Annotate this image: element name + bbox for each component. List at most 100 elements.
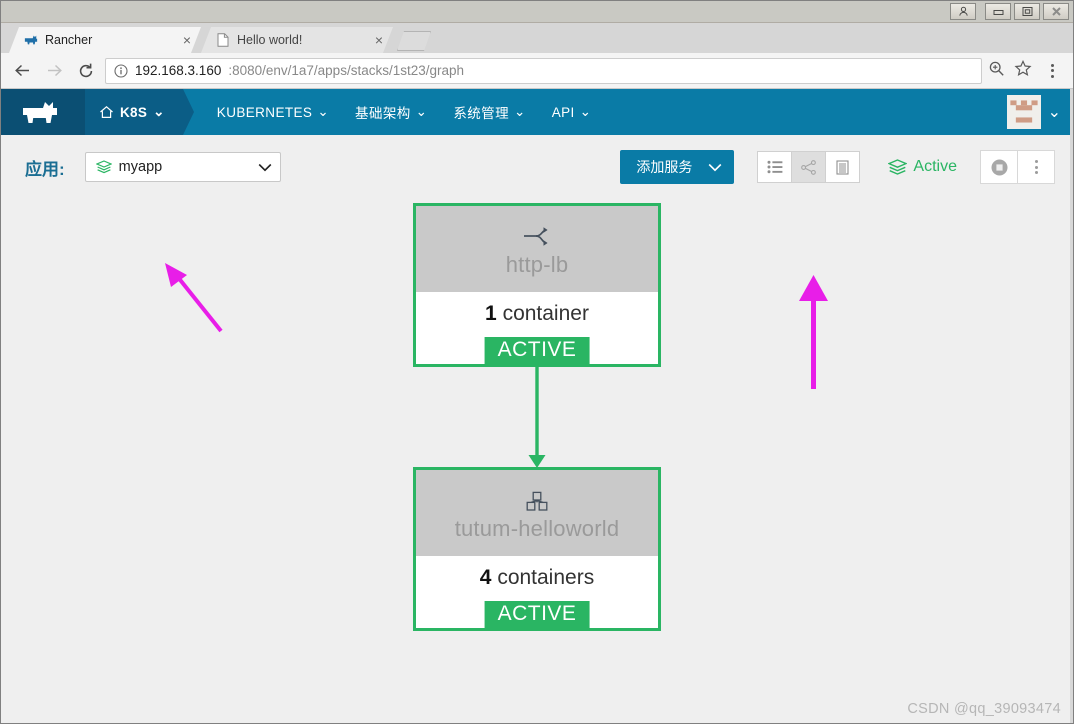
user-avatar-icon — [1006, 95, 1041, 129]
chevron-down-icon: ⌄ — [579, 104, 592, 119]
url-path: :8080/env/1a7/apps/stacks/1st23/graph — [228, 63, 465, 78]
stack-icon — [95, 160, 112, 174]
back-arrow-icon — [14, 64, 29, 77]
service-node-tutum-helloworld[interactable]: tutum-helloworld 4 containers ACTIVE — [413, 467, 661, 631]
nav-item-admin[interactable]: 系统管理 ⌄ — [453, 102, 525, 122]
chevron-down-icon: ⌄ — [317, 104, 330, 119]
stack-status: Active — [888, 158, 957, 176]
page-scrollbar[interactable] — [1070, 89, 1073, 723]
rancher-cow-icon — [23, 33, 38, 48]
more-actions-button[interactable] — [1017, 150, 1055, 184]
app-select-value: myapp — [118, 159, 163, 175]
add-service-button[interactable]: 添加服务 — [620, 150, 735, 184]
browser-urlbar: 192.168.3.160 :8080/env/1a7/apps/stacks/1… — [1, 53, 1073, 89]
browser-tab-rancher[interactable]: Rancher × — [9, 27, 201, 53]
stop-button[interactable] — [980, 150, 1018, 184]
watermark: CSDN @qq_39093474 — [907, 701, 1061, 717]
stack-actions — [980, 150, 1055, 184]
user-account-button[interactable] — [950, 3, 976, 20]
page-icon — [215, 33, 230, 48]
user-icon — [958, 6, 968, 16]
nav-item-label: 系统管理 — [453, 106, 509, 121]
view-mode-group — [757, 151, 861, 183]
app-select[interactable]: myapp — [84, 152, 281, 182]
rancher-nav-items: KUBERNETES ⌄ 基础架构 ⌄ 系统管理 ⌄ API ⌄ — [217, 89, 592, 135]
stack-icon — [888, 158, 908, 175]
restore-icon — [1022, 7, 1032, 16]
chevron-down-icon — [709, 163, 722, 171]
container-count-unit: container — [502, 302, 589, 325]
environment-selector[interactable]: K8S ⌄ — [85, 89, 194, 135]
service-node-http-lb[interactable]: http-lb 1 container ACTIVE — [413, 203, 661, 367]
nav-item-label: API — [551, 104, 575, 120]
os-window: Rancher × Hello world! × 192.168.3.160:… — [0, 0, 1074, 724]
reload-button[interactable] — [73, 58, 99, 84]
status-badge: ACTIVE — [484, 337, 590, 365]
add-service-label: 添加服务 — [636, 159, 693, 175]
bookmark-star-icon[interactable] — [1014, 59, 1032, 82]
app-label: 应用: — [25, 159, 65, 179]
containers-icon — [523, 490, 551, 514]
forward-arrow-icon — [47, 64, 62, 77]
chevron-down-icon — [258, 163, 272, 171]
node-container-count: 4 containers — [480, 566, 594, 590]
window-titlebar — [1, 1, 1073, 23]
browser-tab-title: Hello world! — [237, 33, 303, 47]
rancher-cow-logo — [23, 102, 57, 123]
new-tab-button[interactable] — [397, 31, 431, 51]
three-dot-menu-icon — [1025, 160, 1047, 174]
browser-tab-title: Rancher — [45, 33, 93, 47]
browser-tabstrip: Rancher × Hello world! × — [1, 23, 1073, 53]
home-icon — [100, 106, 113, 118]
node-header: tutum-helloworld — [416, 470, 658, 556]
close-icon — [1051, 7, 1061, 16]
browser-menu-icon[interactable] — [1041, 63, 1063, 78]
rancher-top-nav: K8S ⌄ KUBERNETES ⌄ 基础架构 ⌄ 系统管理 ⌄ API ⌄ ⌄ — [1, 89, 1073, 135]
environment-label: K8S — [120, 104, 148, 120]
load-balancer-icon — [522, 226, 552, 250]
omnibox-actions — [988, 59, 1065, 82]
reload-icon — [79, 63, 93, 77]
restore-button[interactable] — [1014, 3, 1040, 20]
chevron-down-icon: ⌄ — [1047, 104, 1061, 121]
nav-item-api[interactable]: API ⌄ — [552, 104, 592, 120]
share-graph-icon — [801, 159, 816, 175]
browser-chrome: Rancher × Hello world! × 192.168.3.160:… — [1, 23, 1073, 723]
browser-tab-close-icon[interactable]: × — [181, 33, 193, 47]
minimize-icon — [993, 9, 1003, 15]
close-button[interactable] — [1043, 3, 1069, 20]
rancher-logo[interactable] — [1, 89, 85, 135]
chevron-down-icon: ⌄ — [415, 104, 428, 119]
container-count-value: 1 — [485, 302, 497, 325]
url-host: 192.168.3.160 — [135, 63, 222, 78]
container-count-unit: containers — [497, 566, 595, 589]
node-name: http-lb — [505, 252, 569, 277]
graph-edge-http-lb-to-tutum — [528, 364, 546, 468]
zoom-in-icon[interactable] — [988, 60, 1005, 82]
nav-item-infrastructure[interactable]: 基础架构 ⌄ — [355, 102, 427, 122]
document-icon — [836, 159, 849, 175]
config-view-toggle[interactable] — [825, 151, 861, 183]
node-body: 1 container ACTIVE — [416, 292, 658, 365]
user-menu[interactable]: ⌄ — [1006, 89, 1073, 135]
browser-tab-close-icon[interactable]: × — [373, 33, 385, 47]
minimize-button[interactable] — [985, 3, 1011, 20]
status-badge: ACTIVE — [484, 601, 590, 629]
site-info-icon[interactable] — [114, 63, 128, 78]
chevron-down-icon: ⌄ — [513, 104, 526, 119]
stop-circle-icon — [991, 159, 1007, 175]
container-count-value: 4 — [479, 566, 492, 589]
graph-view-toggle[interactable] — [791, 151, 827, 183]
list-view-toggle[interactable] — [757, 151, 793, 183]
stack-toolbar: 应用: myapp 添加服务 Active — [1, 135, 1073, 199]
nav-item-label: 基础架构 — [355, 106, 411, 121]
forward-button[interactable] — [41, 58, 67, 84]
list-icon — [767, 160, 783, 174]
page-viewport: K8S ⌄ KUBERNETES ⌄ 基础架构 ⌄ 系统管理 ⌄ API ⌄ ⌄… — [1, 89, 1073, 723]
url-input[interactable]: 192.168.3.160 :8080/env/1a7/apps/stacks/1… — [105, 57, 982, 84]
back-button[interactable] — [9, 58, 35, 84]
browser-tab-hello-world[interactable]: Hello world! × — [201, 27, 393, 53]
node-container-count: 1 container — [485, 302, 589, 326]
nav-item-kubernetes[interactable]: KUBERNETES ⌄ — [217, 104, 329, 120]
